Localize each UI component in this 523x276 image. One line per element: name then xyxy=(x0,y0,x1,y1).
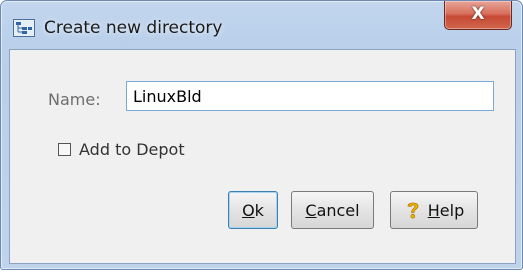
cancel-button[interactable]: Cancel xyxy=(291,191,374,229)
ok-mnemonic: O xyxy=(242,200,255,220)
dialog-body: Name: Add to Depot Ok Cancel Help xyxy=(9,49,516,264)
close-icon: X xyxy=(471,4,485,24)
window-title: Create new directory xyxy=(44,18,223,38)
cancel-mnemonic: C xyxy=(305,200,317,220)
question-mark-icon xyxy=(407,202,419,219)
checkbox-icon[interactable] xyxy=(58,143,71,156)
help-button[interactable]: Help xyxy=(390,191,478,229)
add-to-depot-label: Add to Depot xyxy=(79,140,185,159)
close-button[interactable]: X xyxy=(444,1,512,30)
dialog-window: Create new directory X Name: Add to Depo… xyxy=(0,0,523,270)
directory-tree-icon xyxy=(13,19,35,37)
help-mnemonic: H xyxy=(427,200,440,220)
title-bar[interactable]: Create new directory X xyxy=(1,1,522,49)
add-to-depot-checkbox[interactable]: Add to Depot xyxy=(58,140,185,159)
name-label: Name: xyxy=(48,90,101,109)
help-label-rest: elp xyxy=(439,200,465,220)
cancel-label-rest: ancel xyxy=(316,200,360,220)
ok-button[interactable]: Ok xyxy=(228,191,278,229)
ok-label-rest: k xyxy=(254,200,264,220)
name-input[interactable] xyxy=(126,81,494,111)
